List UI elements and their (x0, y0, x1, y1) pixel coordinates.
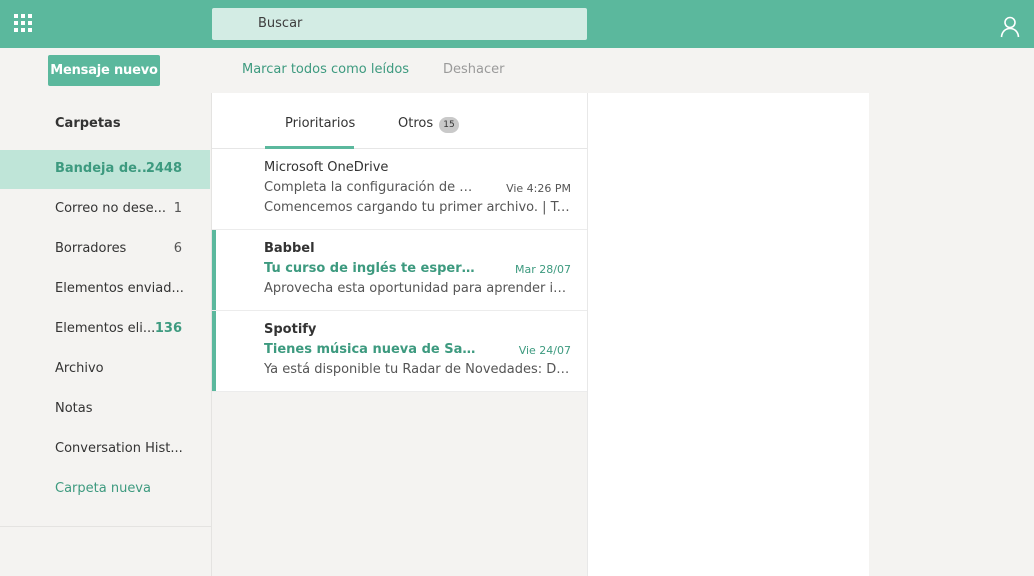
search-placeholder: Buscar (258, 16, 303, 31)
message-date: Vie 24/07 (518, 344, 571, 357)
folder-count: 1 (173, 201, 182, 216)
folder-count: 2448 (145, 161, 182, 176)
folder-label: Notas (55, 401, 93, 416)
new-message-button[interactable]: Mensaje nuevo (48, 55, 160, 86)
folder-notes[interactable]: Notas (0, 390, 210, 429)
message-item[interactable]: Spotify Tienes música nueva de Santiago … (212, 311, 587, 392)
folder-label: Bandeja de... (55, 161, 152, 176)
folder-label: Elementos eli... (55, 321, 156, 336)
message-item[interactable]: Microsoft OneDrive Completa la configura… (212, 149, 587, 230)
message-preview: Comencemos cargando tu primer archivo. |… (264, 200, 571, 215)
message-date: Mar 28/07 (515, 263, 571, 276)
new-folder-label: Carpeta nueva (55, 481, 151, 496)
folder-junk[interactable]: Correo no dese... 1 (0, 190, 210, 229)
top-bar: Buscar (0, 0, 1034, 48)
folder-sent[interactable]: Elementos enviad... (0, 270, 210, 309)
unread-indicator (212, 311, 216, 391)
folder-label: Archivo (55, 361, 104, 376)
app-launcher-icon[interactable] (14, 14, 32, 32)
user-account-icon[interactable] (1000, 16, 1020, 38)
search-input[interactable]: Buscar (212, 8, 587, 40)
message-subject: Tu curso de inglés te espera, ahora (264, 261, 479, 276)
tab-other-label: Otros (398, 116, 434, 131)
message-preview: Ya está disponible tu Radar de Novedades… (264, 362, 571, 377)
folders-heading: Carpetas (55, 116, 121, 131)
folder-label: Conversation Hist... (55, 441, 183, 456)
folder-drafts[interactable]: Borradores 6 (0, 230, 210, 269)
tab-focused-label: Prioritarios (285, 116, 356, 131)
sidebar-divider (0, 526, 211, 527)
folder-deleted[interactable]: Elementos eli... 136 (0, 310, 210, 349)
undo-button[interactable]: Deshacer (443, 62, 504, 77)
message-preview: Aprovecha esta oportunidad para aprender… (264, 281, 571, 296)
folder-archive[interactable]: Archivo (0, 350, 210, 389)
message-date: Vie 4:26 PM (506, 182, 571, 195)
tab-other[interactable]: Otros 15 (398, 93, 478, 149)
mark-all-read-button[interactable]: Marcar todos como leídos (242, 62, 409, 77)
command-bar: Mensaje nuevo Marcar todos como leídos D… (0, 48, 1034, 93)
folder-count: 136 (154, 321, 182, 336)
message-sender: Spotify (264, 322, 317, 337)
message-subject: Tienes música nueva de Santiago (264, 342, 479, 357)
message-sender: Babbel (264, 241, 315, 256)
message-sender: Microsoft OneDrive (264, 160, 389, 175)
tab-focused[interactable]: Prioritarios (265, 93, 356, 149)
folder-count: 6 (173, 241, 182, 256)
inbox-tabs: Prioritarios Otros 15 (212, 93, 587, 149)
message-list: Prioritarios Otros 15 Microsoft OneDrive… (212, 93, 587, 576)
folder-label: Correo no dese... (55, 201, 167, 216)
folder-conversation-history[interactable]: Conversation Hist... (0, 430, 210, 469)
folder-pane: Carpetas Bandeja de... 2448 Correo no de… (0, 93, 211, 576)
message-item[interactable]: Babbel Tu curso de inglés te espera, aho… (212, 230, 587, 311)
folder-label: Elementos enviad... (55, 281, 184, 296)
other-count-badge: 15 (439, 117, 459, 133)
folder-label: Borradores (55, 241, 127, 256)
reading-pane (587, 93, 869, 576)
folder-inbox[interactable]: Bandeja de... 2448 (0, 150, 210, 189)
new-folder-link[interactable]: Carpeta nueva (0, 470, 210, 509)
unread-indicator (212, 230, 216, 310)
message-subject: Completa la configuración de OneDrive (264, 180, 479, 195)
